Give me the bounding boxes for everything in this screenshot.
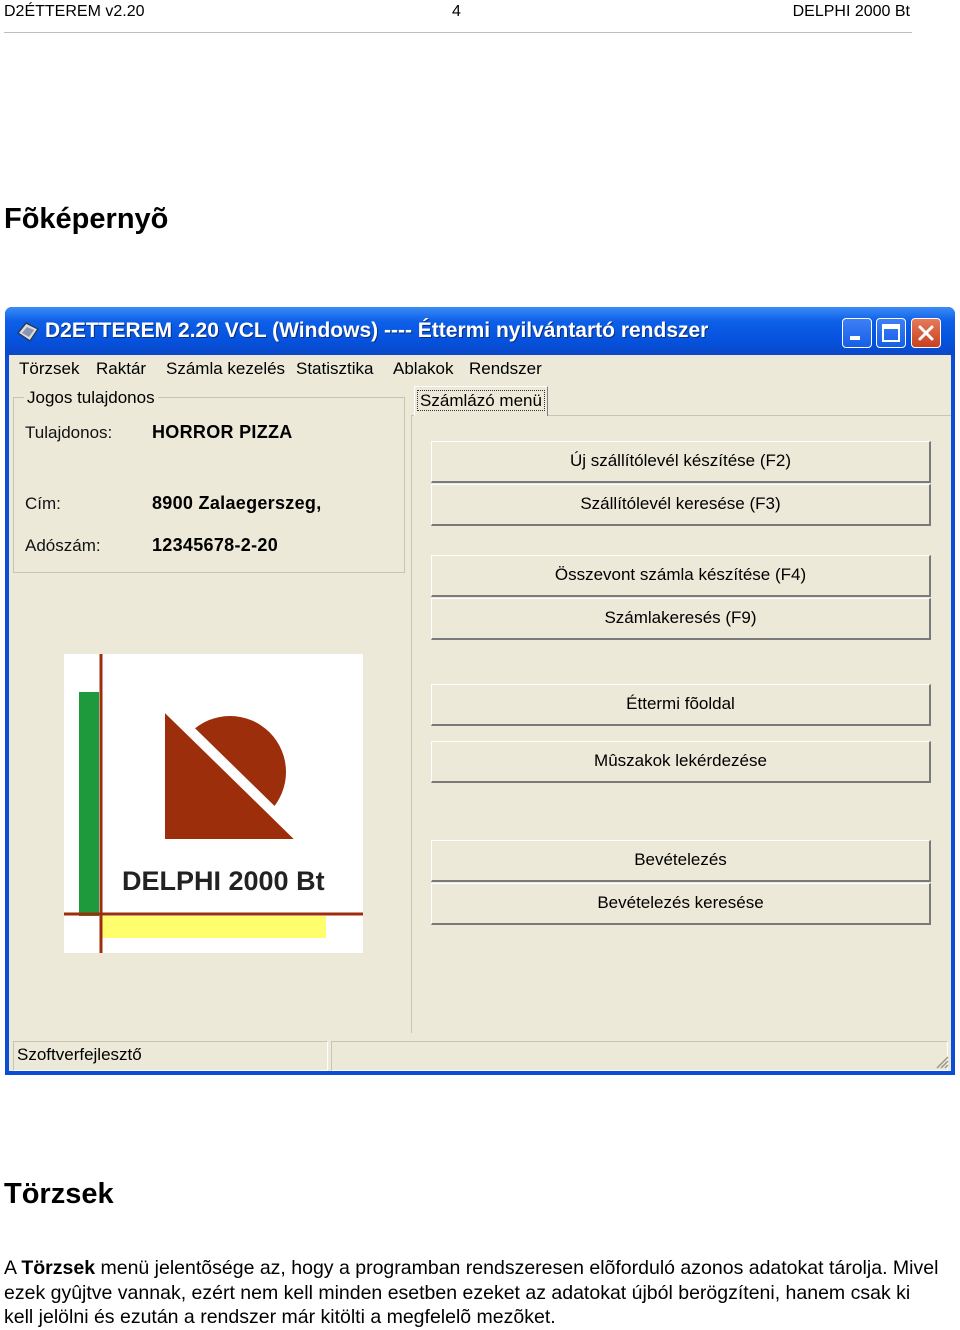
maximize-button[interactable] [876, 318, 906, 348]
owner-panel: Jogos tulajdonos Tulajdonos: HORROR PIZZ… [13, 388, 405, 573]
tax-number-label: Adószám: [25, 536, 101, 555]
owner-legend: Jogos tulajdonos [24, 388, 158, 408]
menu-rendszer[interactable]: Rendszer [469, 359, 542, 379]
owner-value: HORROR PIZZA [152, 422, 293, 442]
header-right: DELPHI 2000 Bt [792, 3, 910, 20]
menu-torzsek[interactable]: Törzsek [19, 359, 79, 379]
tab-szamlazo-menu[interactable]: Számlázó menü [414, 386, 548, 416]
logo-text: DELPHI 2000 Bt [122, 866, 325, 896]
app-icon [16, 322, 40, 343]
page-header: D2ÉTTEREM v2.20 4 DELPHI 2000 Bt [4, 3, 912, 33]
status-segment-empty [331, 1041, 948, 1071]
body-paragraph: A Törzsek menü jelentõsége az, hogy a pr… [4, 1256, 944, 1330]
goods-receipt-button[interactable]: Bevételezés [431, 840, 931, 882]
invoice-search-button[interactable]: Számlakeresés (F9) [431, 598, 931, 640]
menu-statisztika[interactable]: Statisztika [296, 359, 373, 379]
goods-receipt-search-button[interactable]: Bevételezés keresése [431, 883, 931, 925]
menu-szamla-kezeles[interactable]: Számla kezelés [166, 359, 285, 379]
title-bar[interactable]: D2ETTEREM 2.20 VCL (Windows) ---- Étterm… [5, 307, 955, 355]
header-page-number: 4 [452, 3, 461, 20]
close-button[interactable] [911, 318, 941, 348]
restaurant-home-button[interactable]: Éttermi fõoldal [431, 684, 931, 726]
address-label: Cím: [25, 494, 61, 513]
status-segment-developer: Szoftverfejlesztő [13, 1041, 328, 1071]
search-delivery-note-button[interactable]: Szállítólevél keresése (F3) [431, 484, 931, 526]
close-icon [918, 325, 934, 341]
body-bold-term: Törzsek [21, 1257, 96, 1279]
tax-number-value: 12345678-2-20 [152, 535, 279, 555]
consolidated-invoice-button[interactable]: Összevont számla készítése (F4) [431, 555, 931, 597]
body-prefix: A [4, 1257, 22, 1279]
app-window: D2ETTEREM 2.20 VCL (Windows) ---- Étterm… [5, 307, 955, 1075]
menu-bar: Törzsek Raktár Számla kezelés Statisztik… [9, 355, 951, 383]
menu-raktar[interactable]: Raktár [96, 359, 146, 379]
owner-label: Tulajdonos: [25, 423, 113, 442]
maximize-icon [882, 324, 900, 342]
status-bar: Szoftverfejlesztő [9, 1037, 951, 1071]
logo-graphic [64, 654, 363, 953]
header-left: D2ÉTTEREM v2.20 [4, 3, 145, 20]
company-logo: DELPHI 2000 Bt [64, 654, 363, 953]
shift-query-button[interactable]: Mûszakok lekérdezése [431, 741, 931, 783]
tab-label: Számlázó menü [417, 390, 545, 411]
new-delivery-note-button[interactable]: Új szállítólevél készítése (F2) [431, 441, 931, 483]
menu-ablakok[interactable]: Ablakok [393, 359, 453, 379]
minimize-icon [850, 336, 860, 340]
window-title: D2ETTEREM 2.20 VCL (Windows) ---- Étterm… [45, 319, 709, 342]
heading-main-screen: Fõképernyõ [4, 203, 169, 235]
heading-torzsek: Törzsek [4, 1178, 114, 1210]
window-client-area: Törzsek Raktár Számla kezelés Statisztik… [9, 355, 951, 1071]
address-value: 8900 Zalaegerszeg, [152, 493, 322, 513]
minimize-button[interactable] [842, 318, 872, 348]
body-rest: menü jelentõsége az, hogy a programban r… [4, 1257, 939, 1328]
resize-grip-icon[interactable] [933, 1053, 949, 1069]
